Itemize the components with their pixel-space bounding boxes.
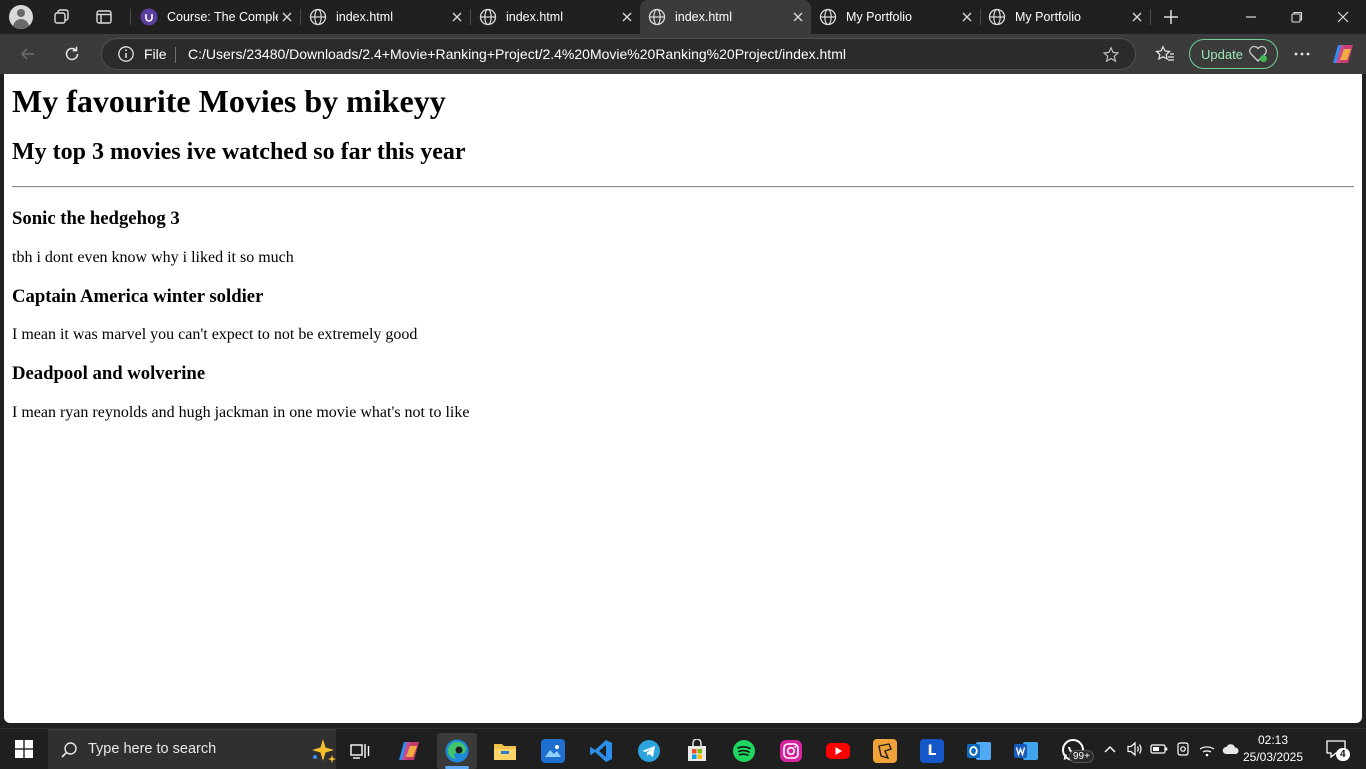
copilot-icon[interactable] [1328,40,1358,68]
word-icon[interactable] [1006,733,1046,769]
close-tab-icon[interactable] [789,8,807,26]
horizontal-rule [12,186,1354,188]
globe-icon [479,8,497,26]
tab-title: My Portfolio [846,10,912,24]
system-clock[interactable]: 02:13 25/03/2025 [1240,732,1306,766]
notification-count-badge: 4 [1336,748,1350,761]
update-button[interactable]: Update [1189,39,1278,69]
browser-tab[interactable]: index.html [301,0,470,34]
notifications-icon[interactable]: 4 [1318,729,1354,769]
tab-title: index.html [506,10,563,24]
battery-icon[interactable] [1148,729,1170,769]
taskbar-search-box[interactable]: Type here to search [48,729,336,769]
movie-comment: I mean ryan reynolds and hugh jackman in… [12,404,470,421]
page-subtitle: My top 3 movies ive watched so far this … [12,139,466,165]
microsoft-store-icon[interactable] [677,733,717,769]
clock-time: 02:13 [1257,733,1289,747]
close-tab-icon[interactable] [448,8,466,26]
update-heart-icon [1249,45,1267,62]
search-placeholder: Type here to search [88,741,217,757]
close-tab-icon[interactable] [958,8,976,26]
tab-title: index.html [675,10,732,24]
instagram-icon[interactable] [771,733,811,769]
browser-tab-active[interactable]: index.html [640,0,811,34]
workspaces-icon[interactable] [50,5,74,29]
globe-icon [648,8,666,26]
browser-tab[interactable]: index.html [471,0,640,34]
browser-tab[interactable]: My Portfolio [811,0,980,34]
new-tab-icon[interactable] [1159,5,1183,29]
telegram-icon[interactable] [629,733,669,769]
url-text[interactable]: C:/Users/23480/Downloads/2.4+Movie+Ranki… [188,46,846,62]
file-explorer-icon[interactable] [485,733,525,769]
windows-taskbar: Type here to search L 99+ 02:13 25/03/20… [0,728,1366,769]
globe-icon [309,8,327,26]
browser-tab[interactable]: Course: The Complet [132,0,300,34]
photos-app-icon[interactable] [533,733,573,769]
clock-date: 25/03/2025 [1242,750,1304,764]
search-icon [61,742,77,758]
vscode-icon[interactable] [581,733,621,769]
wifi-icon[interactable] [1196,729,1218,769]
close-tab-icon[interactable] [278,8,296,26]
udemy-icon [140,8,158,26]
close-tab-icon[interactable] [618,8,636,26]
globe-icon [988,8,1006,26]
more-options-icon[interactable] [1287,40,1317,68]
refresh-icon[interactable] [57,40,87,68]
minimize-icon[interactable] [1228,0,1274,34]
search-highlights-sparkle-icon [312,739,336,763]
favorites-icon[interactable] [1150,40,1180,68]
back-arrow-icon[interactable] [13,40,43,68]
web-page-viewport: My favourite Movies by mikeyy My top 3 m… [4,74,1362,723]
tab-title: My Portfolio [1015,10,1081,24]
profile-avatar-icon[interactable] [9,5,33,29]
movie-title: Deadpool and wolverine [12,363,206,384]
movie-title: Captain America winter soldier [12,286,264,307]
page-title: My favourite Movies by mikeyy [12,83,446,119]
device-icon[interactable] [1172,729,1194,769]
site-info-icon[interactable] [117,45,135,63]
update-label: Update [1201,46,1243,62]
game-app-icon[interactable] [865,733,905,769]
tab-actions-icon[interactable] [92,5,116,29]
weather-cloud-icon[interactable] [1220,729,1242,769]
copilot-app-icon[interactable] [389,733,429,769]
close-window-icon[interactable] [1320,0,1366,34]
movie-title: Sonic the hedgehog 3 [12,208,180,229]
youtube-icon[interactable] [818,733,858,769]
url-scheme-label: File [144,46,167,62]
letter-l-app-icon[interactable]: L [912,733,952,769]
restore-icon[interactable] [1274,0,1320,34]
browser-tab[interactable]: My Portfolio [980,0,1150,34]
movie-comment: tbh i dont even know why i liked it so m… [12,249,294,266]
show-hidden-icons-chevron-icon[interactable] [1100,729,1120,769]
movie-comment: I mean it was marvel you can't expect to… [12,326,418,343]
edge-browser-icon[interactable] [437,733,477,769]
outlook-icon[interactable] [959,733,999,769]
whatsapp-unread-badge: 99+ [1069,750,1094,763]
favorite-star-icon[interactable] [1101,45,1121,65]
globe-icon [819,8,837,26]
windows-start-icon[interactable] [0,729,48,769]
spotify-icon[interactable] [724,733,764,769]
tab-title: index.html [336,10,393,24]
close-tab-icon[interactable] [1128,8,1146,26]
volume-icon[interactable] [1124,729,1146,769]
browser-toolbar: File C:/Users/23480/Downloads/2.4+Movie+… [0,34,1366,74]
task-view-icon[interactable] [340,733,380,769]
tab-title: Course: The Complet [167,10,278,24]
address-bar[interactable]: File C:/Users/23480/Downloads/2.4+Movie+… [101,38,1136,70]
browser-tab-strip: Course: The Complet index.html index.htm… [0,0,1366,34]
whatsapp-icon[interactable]: 99+ [1053,733,1094,769]
